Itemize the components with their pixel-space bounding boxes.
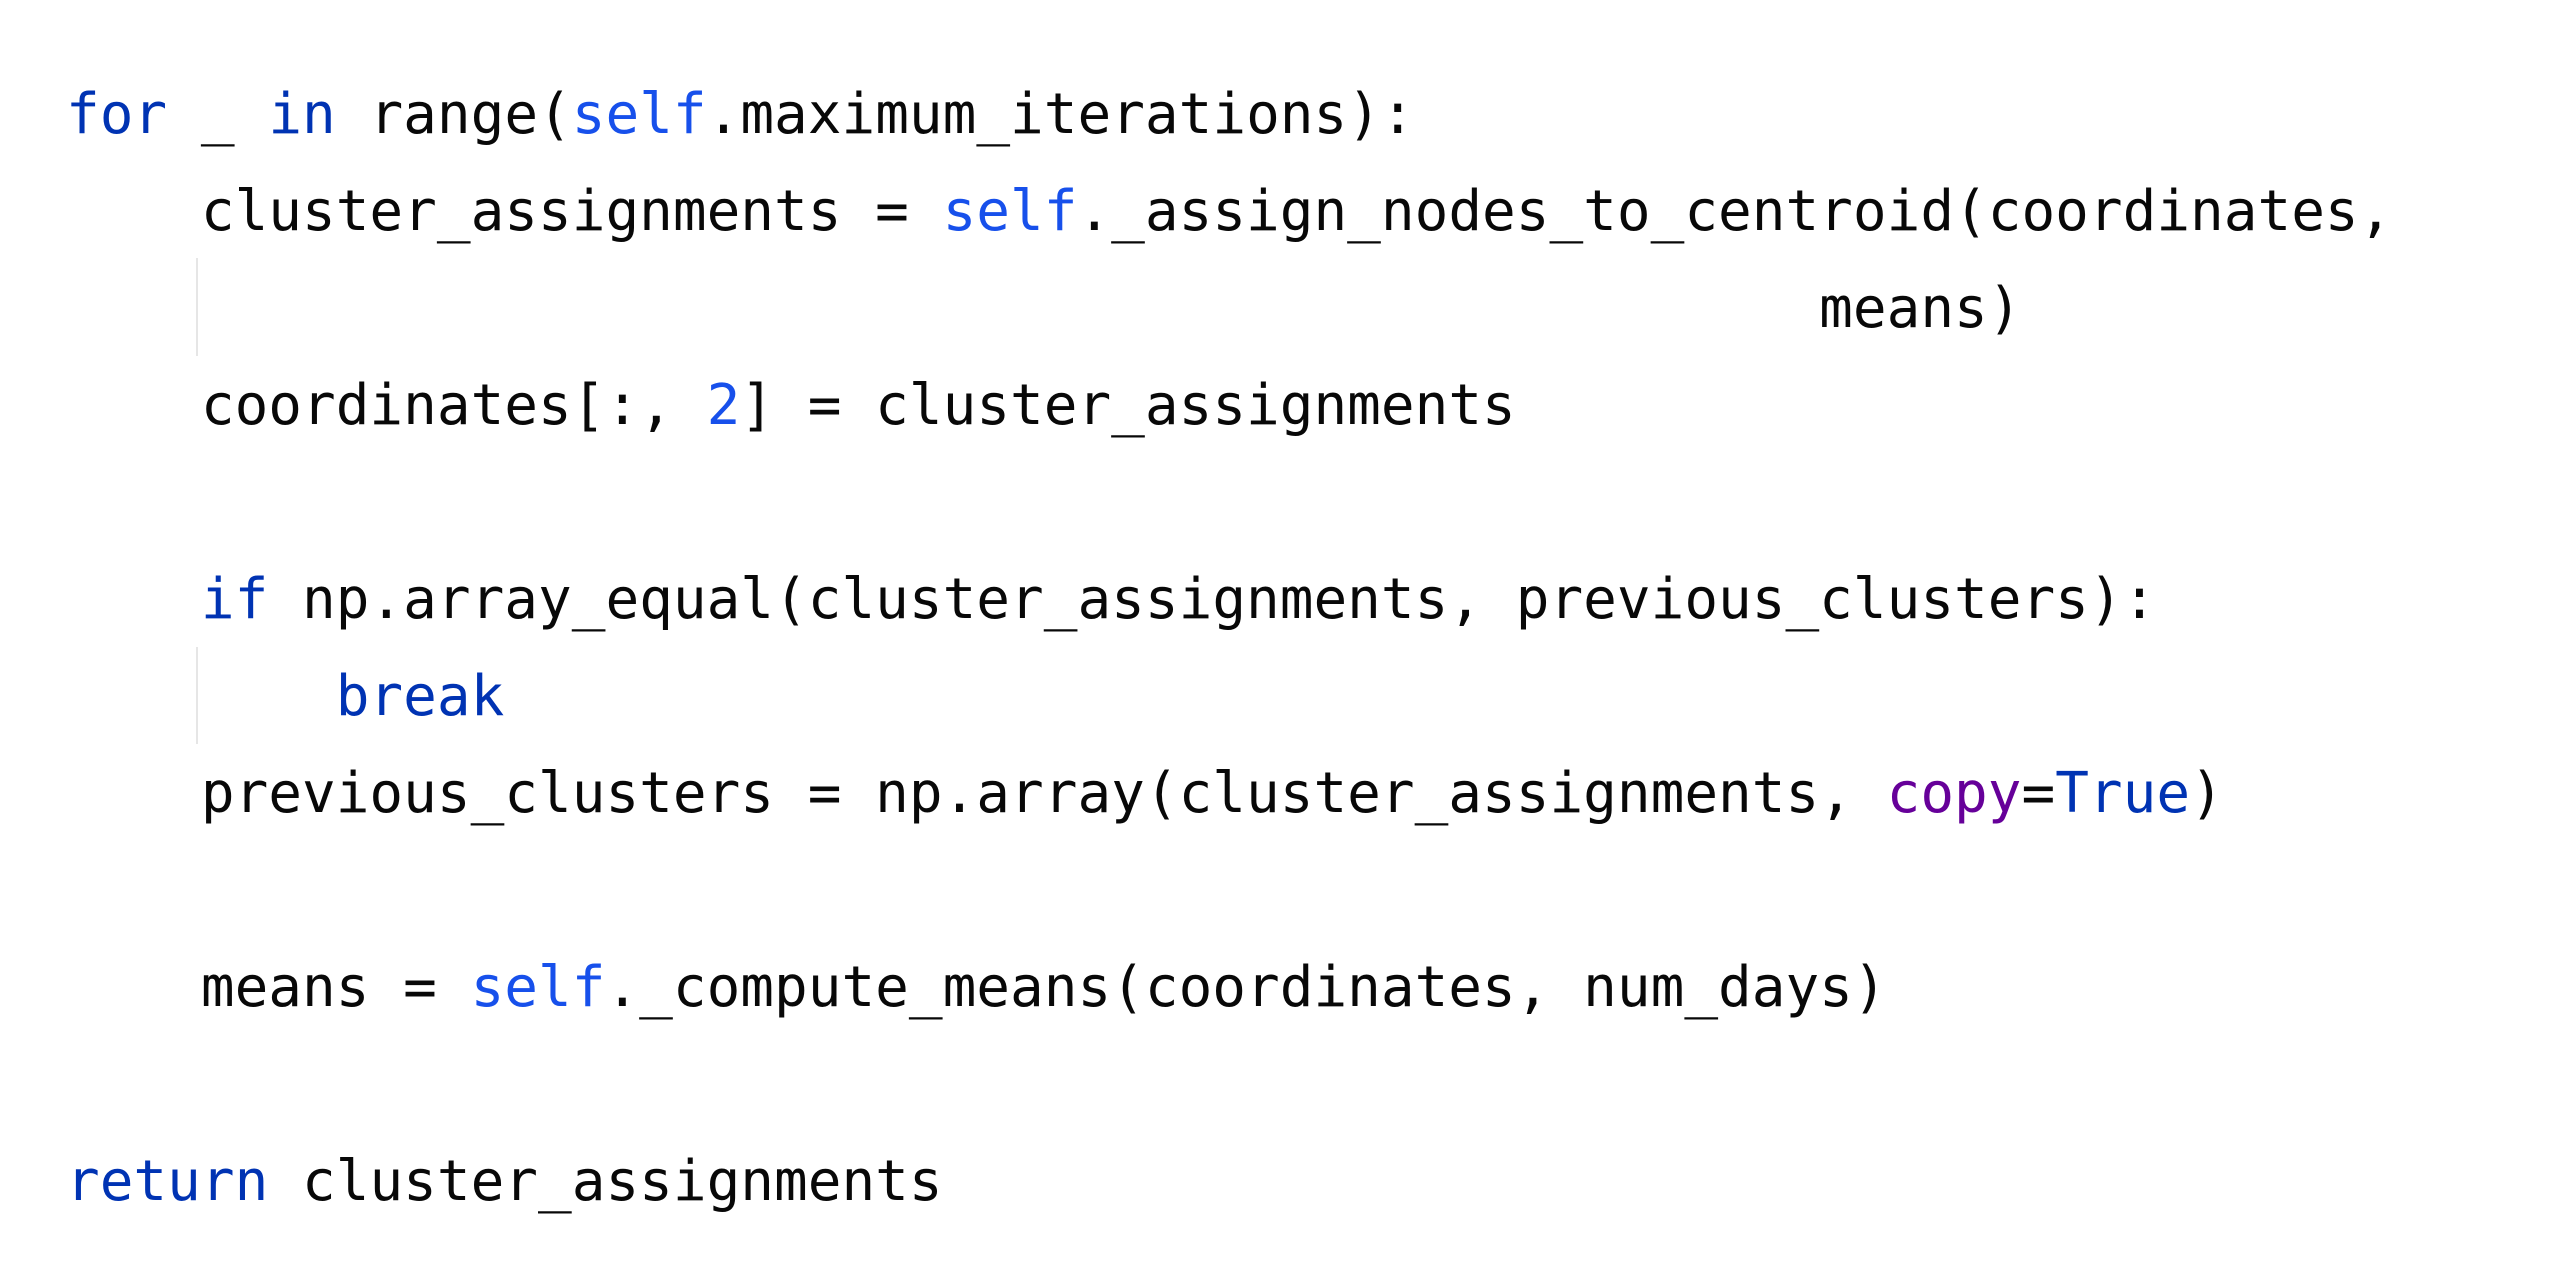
code-token-plain: ) (2190, 761, 2224, 826)
code-token-kw: in (268, 82, 336, 147)
code-token-self: self (470, 955, 606, 1020)
code-line[interactable]: for _ in range(self.maximum_iterations): (66, 66, 1415, 163)
code-token-kw: for (66, 82, 168, 147)
code-token-plain: ._compute_means(coordinates, num_days) (605, 955, 1887, 1020)
code-line[interactable]: return cluster_assignments (66, 1133, 943, 1230)
code-line[interactable]: if np.array_equal(cluster_assignments, p… (66, 551, 2156, 648)
code-token-kw: break (335, 664, 505, 729)
code-line[interactable]: means) (66, 260, 2021, 357)
code-line[interactable]: previous_clusters = np.array(cluster_ass… (66, 745, 2224, 842)
code-token-plain: means = (66, 955, 471, 1020)
code-line[interactable]: means = self._compute_means(coordinates,… (66, 939, 1887, 1036)
code-token-plain: cluster_assignments = (66, 179, 943, 244)
code-token-plain: _ (167, 82, 269, 147)
code-token-num: 2 (706, 373, 741, 438)
code-token-plain: range( (335, 82, 572, 147)
code-token-kw: True (2055, 761, 2191, 826)
code-token-plain: ._assign_nodes_to_centroid(coordinates, (1077, 179, 2393, 244)
code-token-plain: previous_clusters = np.array(cluster_ass… (66, 761, 1887, 826)
code-token-self: self (942, 179, 1078, 244)
code-token-plain: np.array_equal(cluster_assignments, prev… (268, 567, 2157, 632)
code-token-plain: means) (66, 276, 2022, 341)
code-token-plain: coordinates[:, (66, 373, 707, 438)
code-line[interactable]: coordinates[:, 2] = cluster_assignments (66, 357, 1516, 454)
code-token-kw: if (200, 567, 269, 632)
code-token-self: self (571, 82, 707, 147)
code-token-param: copy (1886, 761, 2022, 826)
code-token-plain: ] = cluster_assignments (740, 373, 1516, 438)
code-token-plain: cluster_assignments (268, 1149, 943, 1214)
code-token-plain: .maximum_iterations): (706, 82, 1415, 147)
code-editor[interactable]: for _ in range(self.maximum_iterations):… (0, 0, 2576, 1280)
code-token-plain: = (2021, 761, 2056, 826)
code-line[interactable]: cluster_assignments = self._assign_nodes… (66, 163, 2392, 260)
code-token-kw: return (66, 1149, 269, 1214)
code-line[interactable]: break (66, 648, 505, 745)
